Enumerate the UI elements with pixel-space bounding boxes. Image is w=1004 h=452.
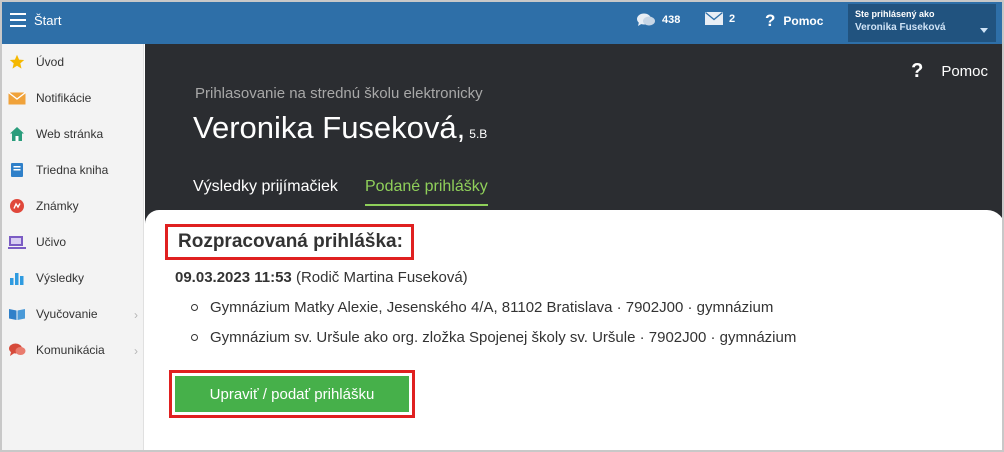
user-account-dropdown[interactable]: Ste prihlásený ako Veronika Fuseková — [848, 4, 996, 42]
messages-button[interactable]: 438 — [636, 12, 680, 28]
book-icon — [8, 161, 26, 179]
chat-icon — [8, 341, 26, 359]
school-list: Gymnázium Matky Alexie, Jesenského 4/A, … — [191, 292, 796, 352]
caret-down-icon — [980, 28, 988, 33]
sidebar-item-notifikacie[interactable]: Notifikácie — [2, 80, 144, 116]
mail-button[interactable]: 2 — [705, 12, 735, 25]
sidebar-item-web-stranka[interactable]: Web stránka — [2, 116, 144, 152]
sidebar-item-znamky[interactable]: Známky — [2, 188, 144, 224]
draft-application-title: Rozpracovaná prihláška: — [165, 224, 414, 260]
chat-bubbles-icon — [637, 13, 655, 26]
chevron-right-icon: › — [134, 344, 138, 358]
student-class: 5.B — [469, 127, 488, 141]
hamburger-menu-icon[interactable] — [10, 13, 26, 27]
star-icon — [8, 53, 26, 71]
tab-podane-prihlasky[interactable]: Podané prihlášky — [365, 178, 488, 206]
bullet-icon — [191, 333, 198, 341]
sidebar-item-label: Vyučovanie — [36, 307, 98, 321]
sidebar-item-label: Komunikácia — [36, 343, 105, 357]
sidebar-item-label: Známky — [36, 199, 79, 213]
mail-count: 2 — [729, 12, 736, 25]
school-name: Gymnázium Matky Alexie, Jesenského 4/A, … — [210, 298, 774, 316]
grades-icon — [8, 197, 26, 215]
application-card: Rozpracovaná prihláška: 09.03.2023 11:53… — [145, 210, 1002, 450]
page-help-label: Pomoc — [941, 63, 988, 80]
topbar-help-button[interactable]: ? Pomoc — [765, 11, 823, 31]
application-author: (Rodič Martina Fuseková) — [295, 269, 468, 286]
sidebar-item-label: Úvod — [36, 55, 65, 69]
sidebar-item-uvod[interactable]: Úvod — [2, 44, 144, 80]
messages-count: 438 — [662, 14, 681, 26]
sidebar-item-label: Notifikácie — [36, 91, 92, 105]
topbar-help-label: Pomoc — [783, 14, 824, 28]
app-window: Štart 438 2 ? Pomoc Ste prihlásený ako V… — [0, 0, 1004, 452]
application-datetime: 09.03.2023 11:53 — [175, 269, 292, 286]
edit-submit-application-button[interactable]: Upraviť / podať prihlášku — [175, 376, 409, 412]
page-help-button[interactable]: ? Pomoc — [911, 60, 988, 83]
student-name: Veronika Fuseková, — [193, 110, 466, 145]
sidebar-item-komunikacia[interactable]: Komunikácia › — [2, 332, 144, 368]
sidebar-item-vyucovanie[interactable]: Vyučovanie › — [2, 296, 144, 332]
edit-button-highlight: Upraviť / podať prihlášku — [169, 370, 415, 418]
tab-vysledky-prijimaciek[interactable]: Výsledky prijímačiek — [193, 178, 338, 196]
envelope-icon — [705, 12, 723, 25]
student-heading: Veronika Fuseková, 5.B — [193, 110, 487, 146]
bar-chart-icon — [8, 269, 26, 287]
sidebar-item-label: Učivo — [36, 235, 67, 249]
sidebar: Úvod Notifikácie Web stránka Triedna kni… — [2, 44, 144, 450]
home-icon — [8, 125, 26, 143]
envelope-icon — [8, 89, 26, 107]
top-bar: Štart 438 2 ? Pomoc Ste prihlásený ako V… — [2, 2, 1002, 44]
application-meta: 09.03.2023 11:53 (Rodič Martina Fuseková… — [175, 269, 468, 286]
sidebar-item-vysledky[interactable]: Výsledky — [2, 260, 144, 296]
user-name: Veronika Fuseková — [855, 22, 946, 33]
help-question-icon: ? — [765, 11, 776, 30]
sidebar-item-triedna-kniha[interactable]: Triedna kniha — [2, 152, 144, 188]
curriculum-icon — [8, 233, 26, 251]
sidebar-item-label: Web stránka — [36, 127, 104, 141]
bullet-icon — [191, 303, 198, 311]
user-caption: Ste prihlásený ako — [855, 9, 935, 19]
start-menu-label[interactable]: Štart — [34, 13, 61, 28]
sidebar-item-ucivo[interactable]: Učivo — [2, 224, 144, 260]
sidebar-item-label: Triedna kniha — [36, 163, 109, 177]
chevron-right-icon: › — [134, 308, 138, 322]
school-name: Gymnázium sv. Uršule ako org. zložka Spo… — [210, 328, 797, 346]
open-book-icon — [8, 305, 26, 323]
list-item: Gymnázium sv. Uršule ako org. zložka Spo… — [191, 322, 796, 352]
page-subtitle: Prihlasovanie na strednú školu elektroni… — [195, 85, 483, 102]
list-item: Gymnázium Matky Alexie, Jesenského 4/A, … — [191, 292, 796, 322]
help-question-icon: ? — [911, 60, 924, 82]
sidebar-item-label: Výsledky — [36, 271, 85, 285]
